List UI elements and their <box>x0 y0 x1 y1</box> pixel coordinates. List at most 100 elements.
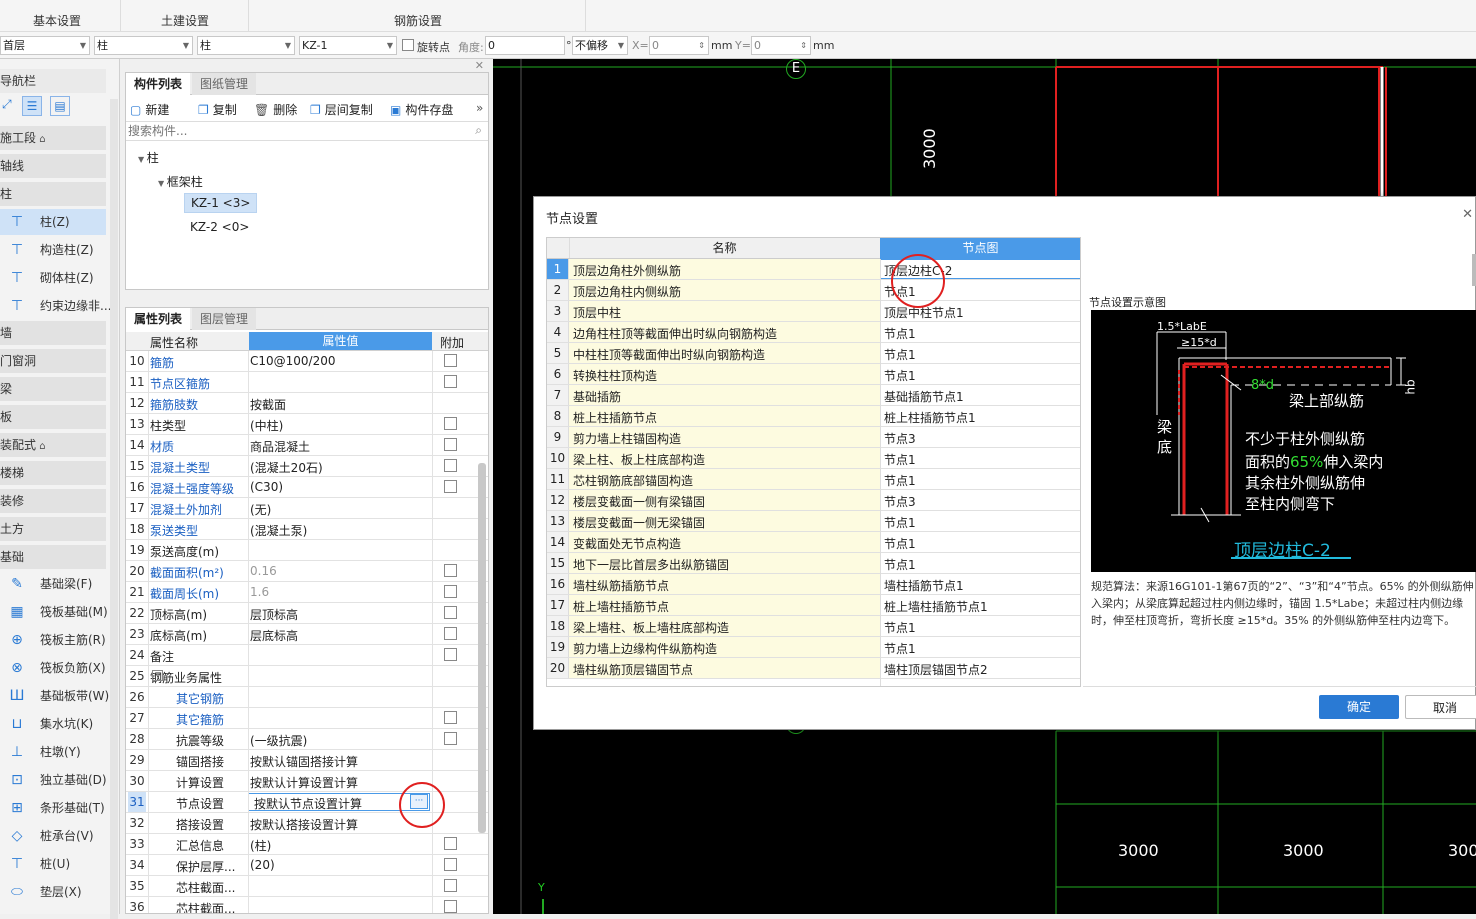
tab-rebar-settings[interactable]: 钢筋设置 <box>394 12 442 29</box>
extra-checkbox[interactable] <box>444 837 457 850</box>
node-row-value[interactable]: 墙柱顶层锚固节点2 <box>884 661 988 678</box>
node-row[interactable]: 9 剪力墙上柱锚固构造 节点3 <box>547 427 1080 448</box>
node-row-value[interactable]: 节点1 <box>884 367 916 384</box>
detail-view-icon[interactable]: ▤ <box>50 96 70 116</box>
property-row[interactable]: 16 混凝土强度等级 (C30) <box>126 477 488 498</box>
extra-checkbox[interactable] <box>444 648 457 661</box>
type-select[interactable]: 柱 ▼ <box>197 36 295 55</box>
node-row-value[interactable]: 节点1 <box>884 556 916 573</box>
extra-checkbox[interactable] <box>444 375 457 388</box>
node-row[interactable]: 17 桩上墙柱插筋节点 桩上墙柱插筋节点1 <box>547 595 1080 616</box>
node-row[interactable]: 10 梁上柱、板上柱底部构造 节点1 <box>547 448 1080 469</box>
nav-header-5[interactable]: 梁 <box>0 377 106 401</box>
node-row-value[interactable]: 节点1 <box>884 619 916 636</box>
extra-checkbox[interactable] <box>444 438 457 451</box>
nav-item-foundation-1[interactable]: ▦ 筏板基础(M) <box>0 599 107 625</box>
extra-checkbox[interactable] <box>444 480 457 493</box>
new-button[interactable]: ▢ 新建 <box>130 101 169 118</box>
extra-checkbox[interactable] <box>444 459 457 472</box>
node-row-value[interactable]: 桩上墙柱插筋节点1 <box>884 598 988 615</box>
nav-header-8[interactable]: 楼梯 <box>0 461 106 485</box>
node-row-value[interactable]: 节点1 <box>884 640 916 657</box>
nav-item-foundation-2[interactable]: ⊕ 筏板主筋(R) <box>0 627 106 653</box>
nav-header-6[interactable]: 板 <box>0 405 106 429</box>
tab-drawing-management[interactable]: 图纸管理 <box>192 73 257 95</box>
floor-copy-button[interactable]: ❐ 层间复制 <box>310 101 373 118</box>
property-row[interactable]: 36 芯柱截面... <box>126 897 488 913</box>
property-row[interactable]: 17 混凝土外加剂 (无) <box>126 498 488 519</box>
property-row[interactable]: 34 保护层厚... (20) <box>126 855 488 876</box>
tab-civil-settings[interactable]: 土建设置 <box>161 12 209 29</box>
node-row-value[interactable]: 墙柱插筋节点1 <box>884 577 964 594</box>
property-row[interactable]: 22 顶标高(m) 层顶标高 <box>126 603 488 624</box>
node-row[interactable]: 20 墙柱纵筋顶层锚固节点 墙柱顶层锚固节点2 <box>547 658 1080 679</box>
more-icon[interactable]: » <box>476 101 483 115</box>
nav-item-foundation-4[interactable]: Ш 基础板带(W) <box>0 683 110 709</box>
property-row[interactable]: 13 柱类型 (中柱) <box>126 414 488 435</box>
property-row[interactable]: 29 锚固搭接 按默认锚固搭接计算 <box>126 750 488 771</box>
nav-item-foundation-5[interactable]: ⊔ 集水坑(K) <box>0 711 106 737</box>
node-row[interactable]: 4 边角柱柱顶等截面伸出时纵向钢筋构造 节点1 <box>547 322 1080 343</box>
property-row[interactable]: 21 截面周长(m) 1.6 <box>126 582 488 603</box>
angle-input[interactable]: 0 <box>485 36 565 55</box>
node-row[interactable]: 8 桩上柱插筋节点 桩上柱插筋节点1 <box>547 406 1080 427</box>
property-row[interactable]: 15 混凝土类型 (混凝土20石) <box>126 456 488 477</box>
nav-item-foundation-0[interactable]: ✎ 基础梁(F) <box>0 571 106 597</box>
nav-item-column-3[interactable]: ⊤ 约束边缘非... <box>0 293 112 319</box>
extra-checkbox[interactable] <box>444 564 457 577</box>
rotate-point-checkbox[interactable] <box>402 39 414 51</box>
node-row-value[interactable]: 节点1 <box>884 472 916 489</box>
node-row[interactable]: 6 转换柱柱顶构造 节点1 <box>547 364 1080 385</box>
node-row-value[interactable]: 节点3 <box>884 430 916 447</box>
node-row-value[interactable]: 节点1 <box>884 514 916 531</box>
nav-item-foundation-8[interactable]: ⊞ 条形基础(T) <box>0 795 106 821</box>
cancel-button[interactable]: 取消 <box>1405 695 1476 719</box>
node-row[interactable]: 7 基础插筋 基础插筋节点1 <box>547 385 1080 406</box>
node-row-value[interactable]: 节点1 <box>884 346 916 363</box>
nav-item-foundation-11[interactable]: ⬭ 垫层(X) <box>0 879 106 905</box>
nav-header-4[interactable]: 门窗洞 <box>0 349 106 373</box>
nav-item-foundation-6[interactable]: ⊥ 柱墩(Y) <box>0 739 106 765</box>
property-row[interactable]: 27 其它箍筋 <box>126 708 488 729</box>
nav-header-9[interactable]: 装修 <box>0 489 106 513</box>
list-view-icon[interactable]: ☰ <box>22 96 42 116</box>
nav-scrollbar[interactable] <box>110 99 118 919</box>
property-row[interactable]: 10 箍筋 C10@100/200 <box>126 351 488 372</box>
node-row-value[interactable]: 节点1 <box>884 451 916 468</box>
node-row-value[interactable]: 节点1 <box>884 325 916 342</box>
node-row-value[interactable]: 桩上柱插筋节点1 <box>884 409 976 426</box>
y-offset-input[interactable]: 0 ⇕ <box>751 36 811 55</box>
node-row-value[interactable]: 基础插筋节点1 <box>884 388 964 405</box>
node-row[interactable]: 14 变截面处无节点构造 节点1 <box>547 532 1080 553</box>
search-box[interactable]: ⌕ <box>126 121 488 141</box>
nav-item-column-2[interactable]: ⊤ 砌体柱(Z) <box>0 265 106 291</box>
node-row[interactable]: 19 剪力墙上边缘构件纵筋构造 节点1 <box>547 637 1080 658</box>
extra-checkbox[interactable] <box>444 627 457 640</box>
nav-header-10[interactable]: 土方 <box>0 517 106 541</box>
tree-item-kz1[interactable]: KZ-1 <3> <box>184 193 258 213</box>
tab-basic-settings[interactable]: 基本设置 <box>33 12 81 29</box>
extra-checkbox[interactable] <box>444 585 457 598</box>
dialog-close-icon[interactable]: ✕ <box>1462 207 1473 222</box>
search-icon[interactable]: ⌕ <box>475 123 482 138</box>
property-row[interactable]: 12 箍筋肢数 按截面 <box>126 393 488 414</box>
extra-checkbox[interactable] <box>444 354 457 367</box>
property-row[interactable]: 19 泵送高度(m) <box>126 540 488 561</box>
nav-item-column-0[interactable]: ⊤ 柱(Z) <box>0 209 106 235</box>
node-row-value[interactable]: 节点1 <box>884 535 916 552</box>
nav-header-0[interactable]: 施工段 ⌂ <box>0 126 106 150</box>
tree-group-frame-column[interactable]: ▼ 框架柱 <box>158 173 203 190</box>
nav-header-1[interactable]: 轴线 <box>0 154 106 178</box>
property-row[interactable]: 28 抗震等级 (一级抗震) <box>126 729 488 750</box>
extra-checkbox[interactable] <box>444 732 457 745</box>
copy-button[interactable]: ❐ 复制 <box>198 101 237 118</box>
tree-root[interactable]: ▼ 柱 <box>138 149 159 166</box>
nav-item-column-1[interactable]: ⊤ 构造柱(Z) <box>0 237 106 263</box>
property-row[interactable]: 24 备注 <box>126 645 488 666</box>
node-row[interactable]: 11 芯柱钢筋底部锚固构造 节点1 <box>547 469 1080 490</box>
dialog-scroll-thumb[interactable] <box>1472 254 1476 286</box>
property-row[interactable]: 25 钢筋业务属性 − <box>126 666 488 687</box>
tab-layer-management[interactable]: 图层管理 <box>192 308 257 330</box>
tab-property-list[interactable]: 属性列表 <box>126 308 191 330</box>
nav-item-foundation-9[interactable]: ◇ 桩承台(V) <box>0 823 106 849</box>
